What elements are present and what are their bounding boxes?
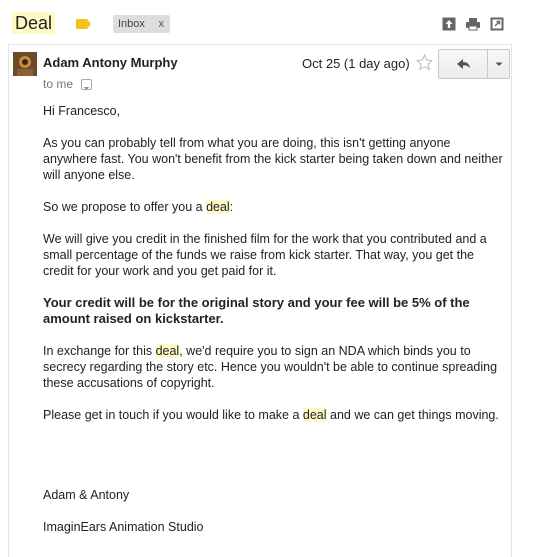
paragraph-6-end: and we can get things moving. xyxy=(326,408,499,422)
reply-arrow-icon xyxy=(457,59,470,69)
search-highlight: deal xyxy=(302,408,327,422)
signature-studio: ImaginEars Animation Studio xyxy=(43,520,204,534)
paragraph-2-end: : xyxy=(229,200,234,214)
star-icon[interactable] xyxy=(416,54,433,71)
more-actions-button[interactable] xyxy=(487,50,510,78)
paragraph-4-text: Your credit will be for the original sto… xyxy=(43,295,470,326)
paragraph-4-end: . xyxy=(220,311,224,326)
greeting: Hi Francesco, xyxy=(43,104,121,118)
chevron-down-icon xyxy=(495,62,503,66)
paragraph-6-text: Please get in touch if you would like to… xyxy=(43,408,303,422)
reply-button-group xyxy=(438,49,510,79)
thread-subject: Deal xyxy=(12,12,56,34)
sender-avatar[interactable] xyxy=(13,52,37,76)
paragraph-5: In exchange for this deal, we'd require … xyxy=(43,343,505,391)
paragraph-4: Your credit will be for the original sto… xyxy=(43,295,505,327)
thread-header: Deal Inbox x xyxy=(0,0,543,46)
print-icon[interactable] xyxy=(466,17,480,31)
chevron-down-icon xyxy=(84,87,89,90)
inbox-label-text: Inbox xyxy=(118,18,145,30)
recipient-line: to me xyxy=(43,77,74,91)
inbox-label-chip: Inbox x xyxy=(113,15,170,33)
paragraph-5-text: In exchange for this xyxy=(43,344,156,358)
message-date: Oct 25 (1 day ago) xyxy=(302,56,410,71)
paragraph-1: As you can probably tell from what you a… xyxy=(43,136,503,182)
paragraph-6: Please get in touch if you would like to… xyxy=(43,407,505,423)
paragraph-3: We will give you credit in the finished … xyxy=(43,232,487,278)
sender-name[interactable]: Adam Antony Murphy xyxy=(43,55,178,70)
reply-button[interactable] xyxy=(439,50,487,78)
search-highlight: deal xyxy=(206,200,230,214)
remove-label-button[interactable]: x xyxy=(159,15,165,33)
popout-icon[interactable] xyxy=(490,17,504,31)
label-tag-icon[interactable] xyxy=(76,19,91,29)
recipient-details-toggle[interactable] xyxy=(81,79,92,90)
search-highlight: deal xyxy=(155,344,180,358)
signature-names: Adam & Antony xyxy=(43,488,130,502)
open-in-new-window-icon[interactable] xyxy=(442,17,456,31)
paragraph-2: So we propose to offer you a deal: xyxy=(43,199,505,215)
paragraph-2-text: So we propose to offer you a xyxy=(43,200,207,214)
